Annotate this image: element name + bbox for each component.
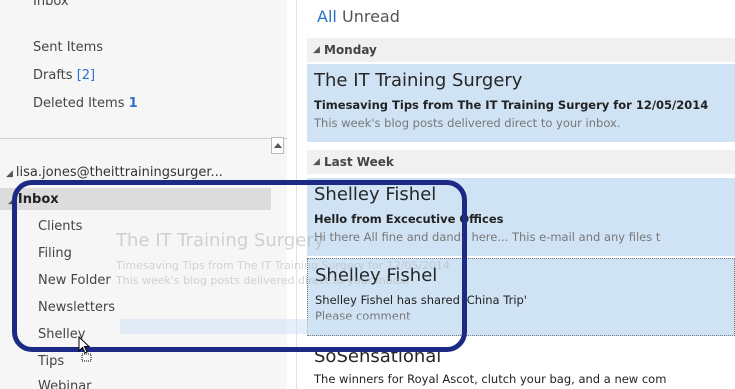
mail-preview: Hi there All fine and dandy here... This… (314, 230, 661, 244)
subfolder-webinar[interactable]: Webinar (38, 379, 92, 389)
collapse-triangle-icon: ◢ (6, 169, 13, 179)
subfolder-newsletters[interactable]: Newsletters (38, 300, 115, 315)
mail-sender: The IT Training Surgery (314, 70, 523, 91)
mail-sender: Shelley Fishel (315, 265, 438, 286)
filter-unread-tab[interactable]: Unread (342, 7, 400, 26)
folder-drafts-label: Drafts (33, 68, 73, 83)
folder-deleted-count: 1 (128, 96, 138, 111)
folder-separator (0, 138, 287, 139)
mail-list-pane: All Unread ◢ Monday The IT Training Surge… (297, 0, 735, 389)
group-header-last-week[interactable]: ◢ Last Week (307, 150, 735, 174)
subfolder-filing[interactable]: Filing (38, 246, 72, 261)
mail-preview: This week's blog posts delivered direct … (314, 116, 621, 130)
mail-subject: Hello from Excecutive Offices (314, 212, 504, 226)
subfolder-new-folder[interactable]: New Folder (38, 273, 111, 288)
scroll-up-button[interactable] (271, 137, 284, 154)
collapse-triangle-icon: ◢ (313, 157, 320, 167)
mail-sender: Shelley Fishel (314, 184, 437, 205)
account-label: lisa.jones@theittrainingsurger... (15, 165, 223, 180)
account-header[interactable]: ◢ lisa.jones@theittrainingsurger... (6, 165, 223, 180)
subfolder-tips[interactable]: Tips (38, 354, 64, 369)
mail-subject: Shelley Fishel has shared 'China Trip' (315, 293, 527, 307)
mail-preview: Please comment (315, 309, 411, 323)
folder-inbox-top[interactable]: Inbox (33, 0, 69, 9)
mail-item[interactable]: Shelley Fishel Hello from Excecutive Off… (307, 178, 735, 256)
mail-item[interactable]: SoSensational The winners for Royal Asco… (307, 340, 735, 389)
filter-all-tab[interactable]: All (317, 7, 337, 26)
folder-drafts-count: [2] (76, 68, 96, 83)
folder-inbox-label: Inbox (17, 192, 59, 207)
mail-item-selected[interactable]: Shelley Fishel Shelley Fishel has shared… (307, 258, 735, 336)
group-label: Last Week (324, 155, 394, 169)
subfolder-clients[interactable]: Clients (38, 219, 82, 234)
folder-deleted-items[interactable]: Deleted Items 1 (33, 96, 138, 111)
mail-sender: SoSensational (314, 346, 442, 367)
mail-subject: Timesaving Tips from The IT Training Sur… (314, 98, 709, 112)
folder-inbox[interactable]: ◢ Inbox (8, 192, 59, 207)
collapse-triangle-icon: ◢ (8, 196, 15, 206)
mail-item[interactable]: The IT Training Surgery Timesaving Tips … (307, 64, 735, 142)
folder-drafts[interactable]: Drafts [2] (33, 68, 95, 83)
folder-pane: Inbox Sent Items Drafts [2] Deleted Item… (0, 0, 288, 389)
collapse-triangle-icon: ◢ (313, 45, 320, 55)
mail-subject: The winners for Royal Ascot, clutch your… (314, 372, 667, 386)
group-header-monday[interactable]: ◢ Monday (307, 38, 735, 62)
folder-deleted-label: Deleted Items (33, 96, 125, 111)
cursor-icon (78, 336, 92, 362)
group-label: Monday (324, 43, 377, 57)
folder-sent-items[interactable]: Sent Items (33, 40, 103, 55)
folder-scrollbar[interactable] (287, 0, 297, 389)
